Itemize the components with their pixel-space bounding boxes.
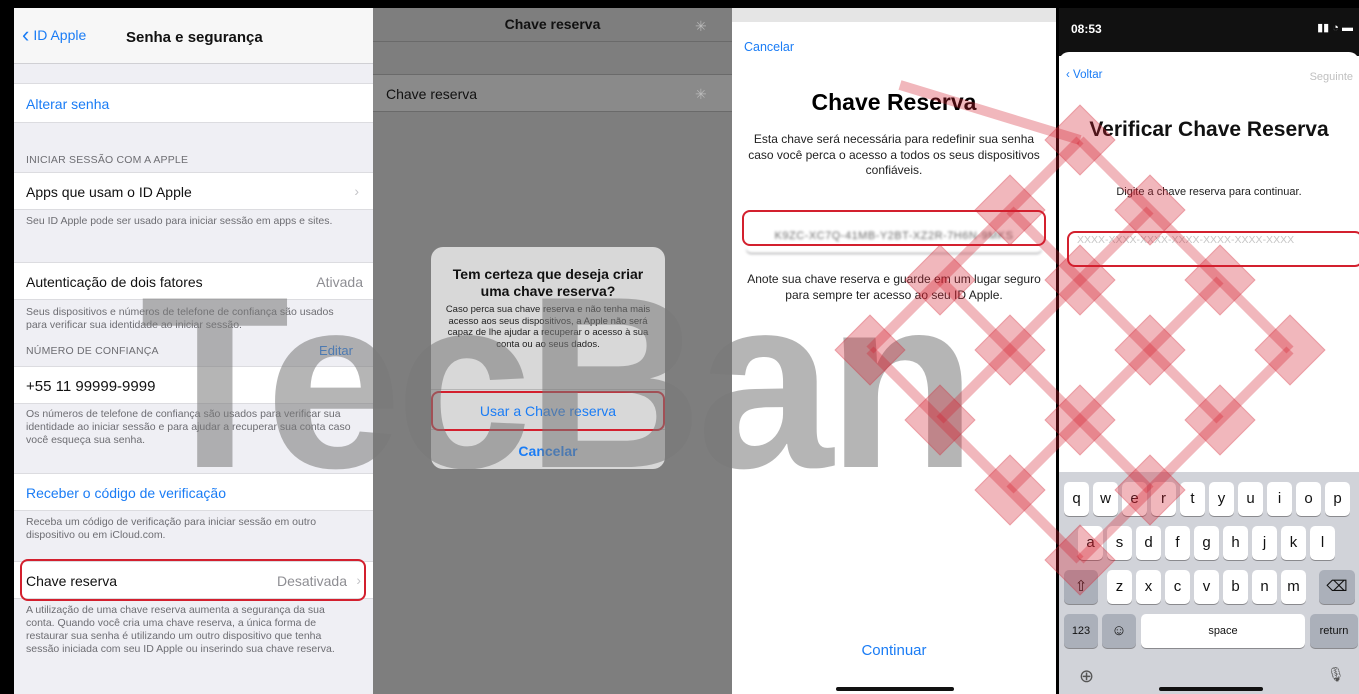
edit-button[interactable]: Editar xyxy=(319,343,353,358)
signin-section-header: INICIAR SESSÃO COM A APPLE xyxy=(26,154,189,166)
key-m[interactable]: m xyxy=(1281,570,1306,604)
page-title: Senha e segurança xyxy=(126,29,263,46)
apps-footer: Seu ID Apple pode ser usado para iniciar… xyxy=(26,215,333,227)
get-verification-code-row[interactable]: Receber o código de verificação xyxy=(14,473,373,511)
apps-label: Apps que usam o ID Apple xyxy=(26,184,192,200)
two-factor-row[interactable]: Autenticação de dois fatores Ativada xyxy=(14,262,373,300)
continue-button[interactable]: Continuar xyxy=(732,642,1056,659)
change-password-label: Alterar senha xyxy=(26,96,110,112)
key-p[interactable]: p xyxy=(1325,482,1350,516)
spinner-icon: ✳ xyxy=(695,18,707,34)
key-c[interactable]: c xyxy=(1165,570,1190,604)
home-indicator xyxy=(1159,687,1263,691)
chevron-left-icon: ‹ xyxy=(22,22,30,47)
description: Esta chave será necessária para redefini… xyxy=(748,132,1040,177)
status-bar: 08:53 ▮▮ ◔ ▬ xyxy=(1059,8,1359,56)
chevron-right-icon: › xyxy=(354,183,359,199)
key-g[interactable]: g xyxy=(1194,526,1219,560)
phone-number: +55 11 99999-9999 xyxy=(26,378,156,395)
phone-number-row: +55 11 99999-9999 xyxy=(14,366,373,404)
page-title: Chave reserva xyxy=(504,16,601,32)
microphone-icon[interactable]: 🎙 xyxy=(1327,666,1345,683)
nav-bar: ‹ ID Apple Senha e segurança xyxy=(14,8,373,64)
key-r[interactable]: r xyxy=(1151,482,1176,516)
modal-sheet: Cancelar Chave Reserva Esta chave será n… xyxy=(732,22,1056,694)
get-code-label: Receber o código de verificação xyxy=(26,485,227,501)
two-factor-label: Autenticação de dois fatores xyxy=(26,274,203,290)
key-z[interactable]: z xyxy=(1107,570,1132,604)
key-x[interactable]: x xyxy=(1136,570,1161,604)
recovery-footer: A utilização de uma chave reserva aument… xyxy=(26,604,335,655)
note: Anote sua chave reserva e guarde em um l… xyxy=(747,272,1041,302)
highlight-box xyxy=(20,559,366,601)
key-l[interactable]: l xyxy=(1310,526,1335,560)
key-s[interactable]: s xyxy=(1107,526,1132,560)
confirm-alert: Tem certeza que deseja criar uma chave r… xyxy=(431,247,665,469)
change-password-row[interactable]: Alterar senha xyxy=(14,83,373,123)
highlight-box xyxy=(742,210,1046,246)
key-t[interactable]: t xyxy=(1180,482,1205,516)
trusted-number-header: NÚMERO DE CONFIANÇA xyxy=(26,345,159,357)
key-o[interactable]: o xyxy=(1296,482,1321,516)
key-f[interactable]: f xyxy=(1165,526,1190,560)
key-i[interactable]: i xyxy=(1267,482,1292,516)
two-factor-value: Ativada xyxy=(316,274,363,290)
key-u[interactable]: u xyxy=(1238,482,1263,516)
key-n[interactable]: n xyxy=(1252,570,1277,604)
confirm-panel: Chave reserva ✳ Chave reserva ✳ Tem cert… xyxy=(373,8,732,694)
nav-bar: Chave reserva ✳ xyxy=(373,8,732,42)
recovery-key-label: Chave reserva xyxy=(386,86,478,102)
return-key[interactable]: return xyxy=(1310,614,1358,648)
keyboard: q w e r t y u i o p a s d f g h j k l ⇧ … xyxy=(1059,472,1359,694)
settings-panel: ‹ ID Apple Senha e segurança Alterar sen… xyxy=(14,8,373,694)
alert-message: Caso perca sua chave reserva e não tenha… xyxy=(445,304,651,350)
verify-key-panel: 08:53 ▮▮ ◔ ▬ ‹ Voltar Seguinte Verificar… xyxy=(1059,8,1359,694)
key-b[interactable]: b xyxy=(1223,570,1248,604)
key-h[interactable]: h xyxy=(1223,526,1248,560)
key-j[interactable]: j xyxy=(1252,526,1277,560)
alert-title: Tem certeza que deseja criar uma chave r… xyxy=(452,266,644,299)
home-indicator xyxy=(836,687,954,691)
key-e[interactable]: e xyxy=(1122,482,1147,516)
back-label: Voltar xyxy=(1073,69,1103,81)
key-v[interactable]: v xyxy=(1194,570,1219,604)
back-button[interactable]: ‹ Voltar xyxy=(1066,69,1102,81)
recovery-key-row: Chave reserva ✳ xyxy=(373,74,732,112)
clock: 08:53 xyxy=(1071,22,1102,36)
page-title: Chave Reserva xyxy=(811,89,977,115)
key-w[interactable]: w xyxy=(1093,482,1118,516)
numbers-key[interactable]: 123 xyxy=(1064,614,1098,648)
recovery-key-panel: Cancelar Chave Reserva Esta chave será n… xyxy=(732,8,1056,694)
shift-key[interactable]: ⇧ xyxy=(1064,570,1098,604)
cancel-button[interactable]: Cancelar xyxy=(744,40,794,54)
back-label: ID Apple xyxy=(33,27,87,43)
page-title: Verificar Chave Reserva xyxy=(1089,118,1329,141)
delete-key[interactable]: ⌫ xyxy=(1319,570,1355,604)
cancel-button[interactable]: Cancelar xyxy=(431,443,665,459)
highlight-box xyxy=(1067,231,1359,267)
divider xyxy=(431,389,665,390)
emoji-key[interactable]: ☺ xyxy=(1102,614,1136,648)
subtitle: Digite a chave reserva para continuar. xyxy=(1116,186,1302,198)
key-a[interactable]: a xyxy=(1078,526,1103,560)
globe-icon[interactable]: ⊕ xyxy=(1079,666,1094,687)
key-d[interactable]: d xyxy=(1136,526,1161,560)
next-button[interactable]: Seguinte xyxy=(1310,71,1353,83)
background-strip xyxy=(732,8,1056,22)
two-factor-footer: Seus dispositivos e números de telefone … xyxy=(26,306,334,331)
spinner-icon: ✳ xyxy=(695,86,707,102)
signal-wifi-battery-icon: ▮▮ ◔ ▬ xyxy=(1317,22,1353,34)
highlight-box xyxy=(431,391,665,431)
space-key[interactable]: space xyxy=(1141,614,1305,648)
chevron-left-icon: ‹ xyxy=(1066,69,1074,81)
key-q[interactable]: q xyxy=(1064,482,1089,516)
code-footer: Receba um código de verificação para ini… xyxy=(26,516,317,541)
key-y[interactable]: y xyxy=(1209,482,1234,516)
key-k[interactable]: k xyxy=(1281,526,1306,560)
apps-using-apple-id-row[interactable]: Apps que usam o ID Apple › xyxy=(14,172,373,210)
back-button[interactable]: ‹ ID Apple xyxy=(22,22,87,47)
phone-footer: Os números de telefone de confiança são … xyxy=(26,408,351,446)
